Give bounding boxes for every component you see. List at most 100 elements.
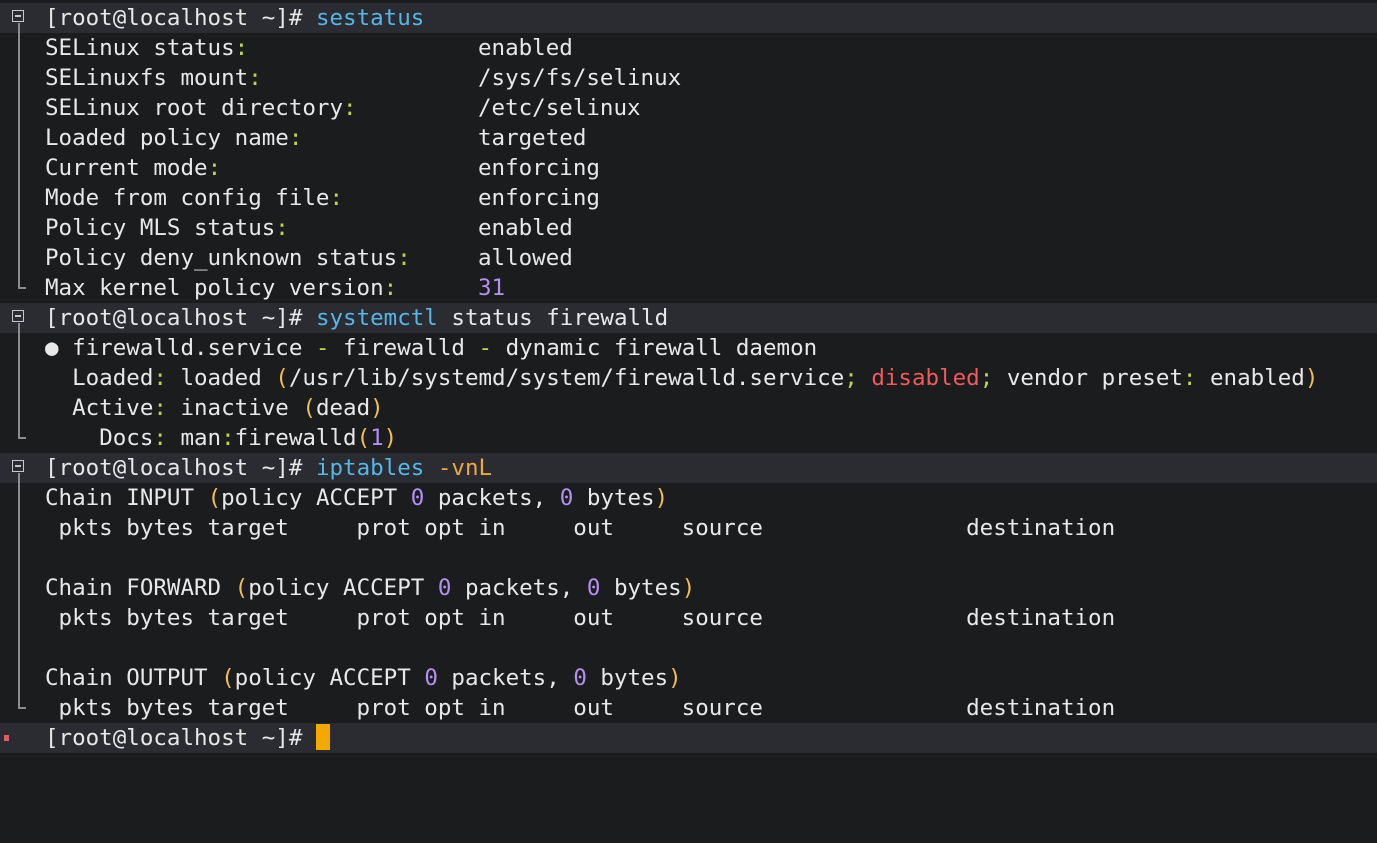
output-line: Loaded: loaded (/usr/lib/systemd/system/… — [0, 363, 1377, 393]
output-line: Docs: man:firewalld(1) — [0, 423, 1377, 453]
service-short-name: firewalld — [343, 335, 465, 361]
fold-line-icon — [4, 63, 34, 93]
chain-policy: ACCEPT — [329, 665, 411, 691]
output-line: Chain OUTPUT (policy ACCEPT 0 packets, 0… — [0, 663, 1377, 693]
bytes-word: bytes — [586, 485, 655, 511]
command-args: status firewalld — [451, 305, 669, 331]
chain-policy: ACCEPT — [343, 575, 425, 601]
output-line: pkts bytes target prot opt in out source… — [0, 603, 1377, 633]
output-line: SELinux root directory: /etc/selinux — [0, 93, 1377, 123]
docs-man: man — [180, 425, 222, 451]
status-value: allowed — [478, 245, 573, 271]
table-header: pkts bytes target prot opt in out source… — [45, 695, 1116, 721]
chain-policy: ACCEPT — [315, 485, 398, 511]
active-prompt-line[interactable]: [root@localhost ~]# — [0, 723, 1377, 753]
fold-end-icon — [4, 423, 34, 453]
policy-word: policy — [234, 665, 316, 691]
fold-line-icon — [4, 93, 34, 123]
blank-line — [0, 543, 1377, 573]
fold-line-icon — [4, 183, 34, 213]
fold-line-icon — [4, 513, 34, 543]
output-line: Active: inactive (dead) — [0, 393, 1377, 423]
status-value: enabled — [478, 35, 573, 61]
fold-collapse-icon[interactable] — [4, 453, 34, 483]
output-line: pkts bytes target prot opt in out source… — [0, 693, 1377, 723]
policy-word: policy — [221, 485, 303, 511]
status-key: Mode from config file — [45, 185, 330, 211]
packets-word: packets, — [464, 575, 574, 601]
vendor-preset-value: enabled — [1210, 365, 1305, 391]
prompt-line: [root@localhost ~]# systemctl status fir… — [0, 303, 1377, 333]
chain-word: Chain — [45, 485, 113, 511]
output-line: Policy MLS status: enabled — [0, 213, 1377, 243]
output-line: Mode from config file: enforcing — [0, 183, 1377, 213]
command-text: iptables — [315, 455, 425, 481]
docs-section: 1 — [370, 425, 384, 451]
status-value: /sys/fs/selinux — [478, 65, 682, 91]
packets-word: packets, — [437, 485, 547, 511]
output-line: SELinux status: enabled — [0, 33, 1377, 63]
chain-packets: 0 — [424, 665, 438, 691]
active-label: Active — [72, 395, 154, 421]
prompt: [root@localhost ~]# — [45, 725, 303, 751]
chain-name: OUTPUT — [126, 665, 208, 691]
status-value: /etc/selinux — [478, 95, 641, 121]
prompt: [root@localhost ~]# — [45, 5, 303, 31]
chain-packets: 0 — [437, 575, 452, 601]
fold-line-icon — [4, 363, 34, 393]
output-line: Loaded policy name: targeted — [0, 123, 1377, 153]
status-key: SELinux status — [45, 35, 235, 61]
prompt: [root@localhost ~]# — [45, 305, 303, 331]
service-description: dynamic firewall daemon — [505, 335, 818, 361]
status-bullet-icon: ● — [45, 335, 59, 361]
output-line: SELinuxfs mount: /sys/fs/selinux — [0, 63, 1377, 93]
prompt-line: [root@localhost ~]# iptables -vnL — [0, 453, 1377, 483]
fold-line-icon — [4, 153, 34, 183]
output-line: Chain FORWARD (policy ACCEPT 0 packets, … — [0, 573, 1377, 603]
status-value: enforcing — [478, 185, 600, 211]
prompt-line: [root@localhost ~]# sestatus — [0, 3, 1377, 33]
status-key: Policy deny_unknown status — [45, 245, 398, 271]
command-text: systemctl — [315, 305, 438, 331]
loaded-label: Loaded — [72, 365, 154, 391]
status-key: Max kernel policy version — [45, 275, 384, 301]
status-value: targeted — [478, 125, 587, 151]
command-text: sestatus — [315, 5, 425, 31]
chain-bytes: 0 — [573, 665, 587, 691]
fold-line-icon — [4, 243, 34, 273]
table-header: pkts bytes target prot opt in out source… — [45, 605, 1116, 631]
chain-name: FORWARD — [126, 575, 222, 601]
status-value: enabled — [478, 215, 573, 241]
chain-word: Chain — [45, 665, 113, 691]
prompt: [root@localhost ~]# — [45, 455, 303, 481]
status-key: SELinuxfs mount — [45, 65, 249, 91]
chain-packets: 0 — [410, 485, 425, 511]
fold-collapse-icon[interactable] — [4, 303, 34, 333]
fold-end-icon — [4, 273, 34, 303]
fold-line-icon — [4, 573, 34, 603]
unit-path: /usr/lib/systemd/system/firewalld.servic… — [288, 365, 845, 391]
fold-line-icon — [4, 543, 34, 573]
output-line: Policy deny_unknown status: allowed — [0, 243, 1377, 273]
fold-line-icon — [4, 483, 34, 513]
fold-collapse-icon[interactable] — [4, 3, 34, 33]
status-key: SELinux root directory — [45, 95, 344, 121]
fold-line-icon — [4, 393, 34, 423]
active-substate: dead — [315, 395, 371, 421]
vendor-preset-label: vendor preset — [1006, 365, 1183, 391]
output-line: Max kernel policy version: 31 — [0, 273, 1377, 303]
chain-bytes: 0 — [586, 575, 601, 601]
status-key: Current mode — [45, 155, 208, 181]
terminal-window[interactable]: [root@localhost ~]# sestatus SELinux sta… — [0, 0, 1377, 764]
active-state: inactive — [180, 395, 289, 421]
blank-line — [0, 633, 1377, 663]
docs-label: Docs — [99, 425, 154, 451]
fold-end-icon — [4, 693, 34, 723]
fold-line-icon — [4, 333, 34, 363]
chain-name: INPUT — [126, 485, 195, 511]
fold-line-icon — [4, 33, 34, 63]
chain-bytes: 0 — [559, 485, 574, 511]
policy-word: policy — [248, 575, 330, 601]
docs-page: firewalld — [234, 425, 357, 451]
fold-line-icon — [4, 603, 34, 633]
